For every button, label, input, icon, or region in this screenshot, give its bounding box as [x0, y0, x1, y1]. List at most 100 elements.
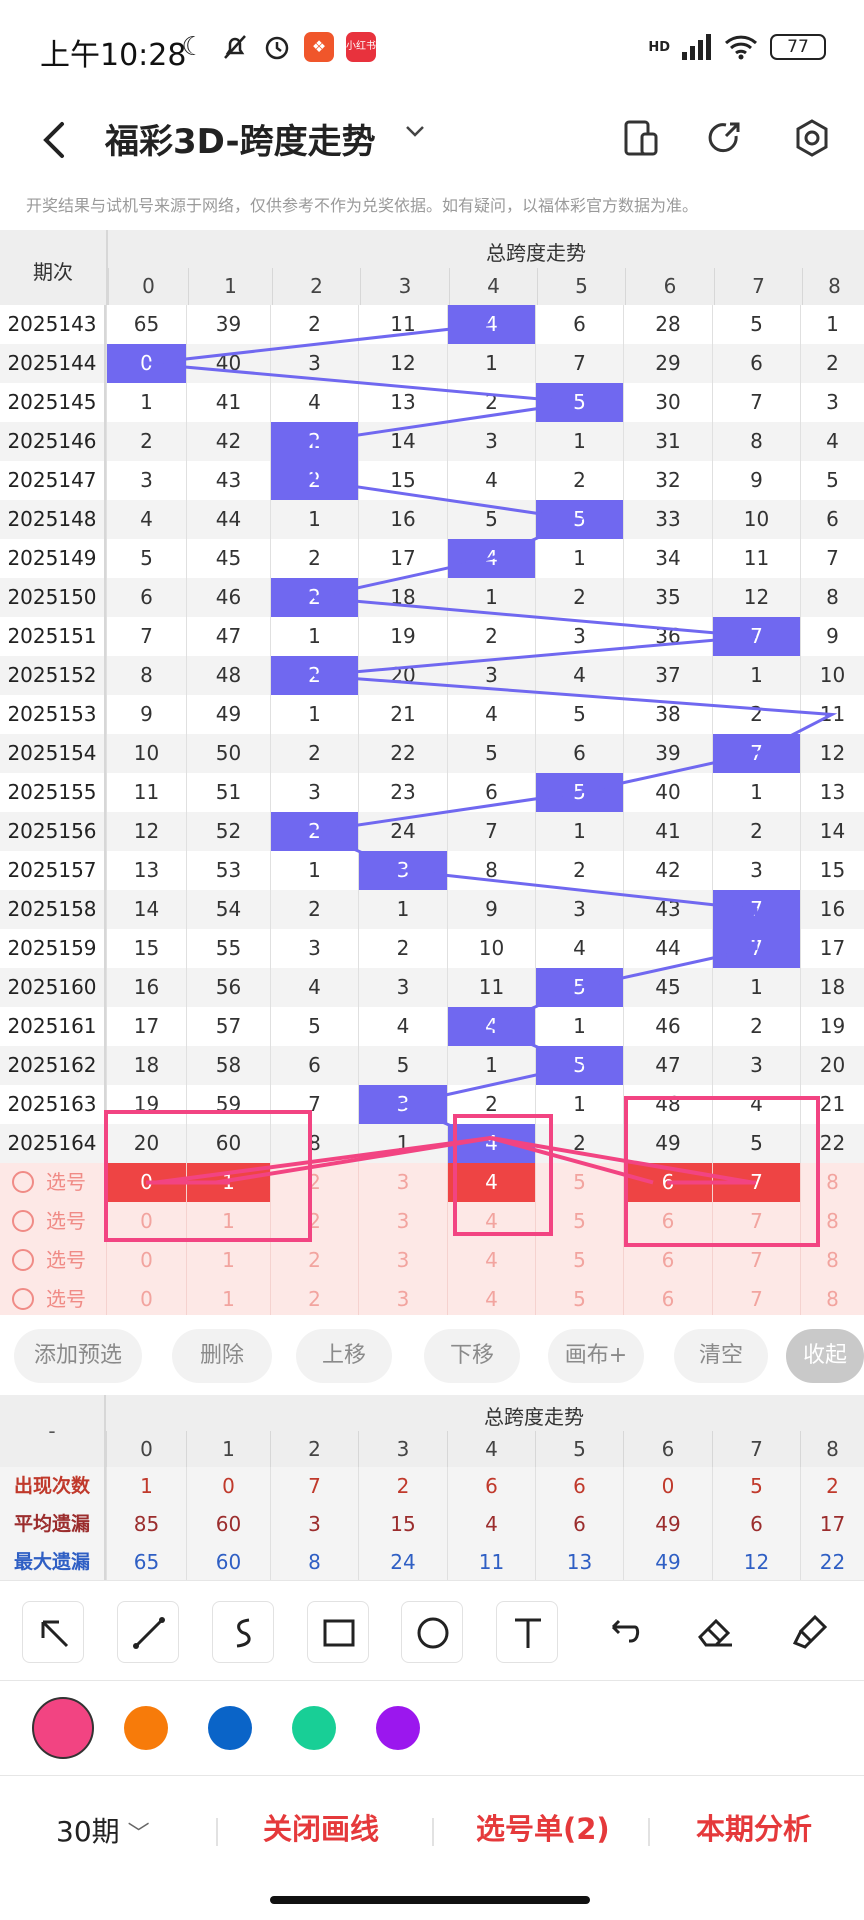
delete-button[interactable]: 删除: [172, 1329, 272, 1383]
period-header-label: 期次: [33, 260, 73, 284]
stats-row: 平均遗漏 85 60 3 15 4 6 49 6 17: [0, 1505, 864, 1543]
canvas-plus-button[interactable]: 画布+: [548, 1329, 644, 1383]
pick-number[interactable]: 1: [186, 1202, 270, 1241]
add-preselect-button[interactable]: 添加预选: [14, 1329, 142, 1383]
pick-number[interactable]: 3: [358, 1163, 447, 1202]
clear-button[interactable]: 清空: [674, 1329, 768, 1383]
stats-value: 3: [270, 1505, 358, 1543]
pick-number[interactable]: 3: [358, 1241, 447, 1280]
column-header: 5: [537, 268, 625, 305]
omission-cell: 5: [106, 539, 186, 578]
pick-number[interactable]: 6: [623, 1280, 712, 1315]
move-down-button[interactable]: 下移: [424, 1329, 520, 1383]
color-swatch[interactable]: [208, 1706, 252, 1750]
pick-number[interactable]: 7: [712, 1202, 800, 1241]
pick-number[interactable]: 4: [447, 1202, 535, 1241]
pick-number[interactable]: 5: [535, 1280, 623, 1315]
period-header[interactable]: 期次 ▲▼: [0, 230, 126, 305]
status-right: HD 77: [648, 34, 826, 60]
pick-number[interactable]: 2: [270, 1163, 358, 1202]
stats-row-label: 平均遗漏: [0, 1505, 106, 1543]
omission-cell: 3: [358, 968, 447, 1007]
clear-brush-tool[interactable]: [781, 1601, 843, 1663]
period-select[interactable]: 30期 ﹀: [56, 1810, 150, 1850]
home-indicator[interactable]: [270, 1896, 590, 1904]
table-row: 2025155 11 51 3 23 6 5 40 1 13: [0, 773, 864, 812]
pick-number[interactable]: 0: [106, 1241, 186, 1280]
page-title[interactable]: 福彩3D-跨度走势: [105, 114, 376, 163]
group-header: 总跨度走势: [106, 230, 864, 268]
hit-cell: 2: [270, 656, 358, 695]
color-swatch[interactable]: [32, 1697, 94, 1759]
pick-row-label[interactable]: 选号: [12, 1163, 86, 1202]
pick-number[interactable]: 5: [535, 1202, 623, 1241]
stats-value: 12: [712, 1543, 800, 1581]
pick-list-button[interactable]: 选号单(2): [476, 1806, 610, 1848]
pick-number[interactable]: 7: [712, 1280, 800, 1315]
undo-tool[interactable]: [591, 1601, 653, 1663]
pick-number[interactable]: 8: [800, 1280, 864, 1315]
omission-cell: 2: [447, 1085, 535, 1124]
signal-icon: [682, 34, 711, 60]
select-circle-icon[interactable]: [12, 1249, 34, 1271]
period-cell: 2025148: [0, 500, 106, 539]
pick-number[interactable]: 1: [186, 1280, 270, 1315]
pick-number[interactable]: 7: [712, 1163, 800, 1202]
select-circle-icon[interactable]: [12, 1288, 34, 1310]
trend-table: 期次 ▲▼ 总跨度走势 012345678 202514365392114628…: [0, 230, 864, 1315]
pick-number[interactable]: 2: [270, 1280, 358, 1315]
omission-cell: 6: [106, 578, 186, 617]
text-tool[interactable]: [496, 1601, 558, 1663]
pick-number[interactable]: 0: [106, 1202, 186, 1241]
title-dropdown-chevron-icon[interactable]: [402, 118, 428, 151]
pick-number[interactable]: 5: [535, 1163, 623, 1202]
pick-number[interactable]: 1: [186, 1241, 270, 1280]
analysis-button[interactable]: 本期分析: [696, 1806, 812, 1848]
pick-number[interactable]: 7: [712, 1241, 800, 1280]
move-up-button[interactable]: 上移: [296, 1329, 392, 1383]
pick-number[interactable]: 5: [535, 1241, 623, 1280]
pick-number[interactable]: 4: [447, 1241, 535, 1280]
pick-row-label[interactable]: 选号: [12, 1280, 86, 1315]
pick-number[interactable]: 6: [623, 1163, 712, 1202]
pick-number[interactable]: 6: [623, 1241, 712, 1280]
pick-number[interactable]: 1: [186, 1163, 270, 1202]
select-circle-icon[interactable]: [12, 1210, 34, 1232]
pick-number[interactable]: 6: [623, 1202, 712, 1241]
period-cell: 2025164: [0, 1124, 106, 1163]
close-lines-button[interactable]: 关闭画线: [263, 1806, 379, 1848]
pick-number[interactable]: 8: [800, 1241, 864, 1280]
pick-number[interactable]: 0: [106, 1163, 186, 1202]
device-icon[interactable]: [618, 114, 666, 162]
omission-cell: 4: [270, 968, 358, 1007]
curve-tool[interactable]: [212, 1601, 274, 1663]
pick-number[interactable]: 2: [270, 1202, 358, 1241]
pick-number[interactable]: 4: [447, 1280, 535, 1315]
select-circle-icon[interactable]: [12, 1171, 34, 1193]
pick-number[interactable]: 3: [358, 1202, 447, 1241]
omission-cell: 22: [800, 1124, 864, 1163]
share-icon[interactable]: [700, 114, 748, 162]
pick-number[interactable]: 4: [447, 1163, 535, 1202]
eraser-tool[interactable]: [686, 1601, 748, 1663]
color-swatch[interactable]: [124, 1706, 168, 1750]
period-cell: 2025153: [0, 695, 106, 734]
pick-number[interactable]: 8: [800, 1202, 864, 1241]
color-swatch[interactable]: [376, 1706, 420, 1750]
circle-tool[interactable]: [401, 1601, 463, 1663]
pick-number[interactable]: 0: [106, 1280, 186, 1315]
back-button[interactable]: [34, 110, 74, 170]
line-tool[interactable]: [117, 1601, 179, 1663]
rectangle-tool[interactable]: [307, 1601, 369, 1663]
stats-value: 24: [358, 1543, 447, 1581]
pick-row-label[interactable]: 选号: [12, 1241, 86, 1280]
pick-number[interactable]: 3: [358, 1280, 447, 1315]
stats-row-label: 出现次数: [0, 1467, 106, 1505]
color-swatch[interactable]: [292, 1706, 336, 1750]
pick-number[interactable]: 8: [800, 1163, 864, 1202]
pick-number[interactable]: 2: [270, 1241, 358, 1280]
pick-row-label[interactable]: 选号: [12, 1202, 86, 1241]
settings-icon[interactable]: [788, 114, 836, 162]
collapse-button[interactable]: 收起: [786, 1329, 864, 1383]
arrow-tool[interactable]: [22, 1601, 84, 1663]
